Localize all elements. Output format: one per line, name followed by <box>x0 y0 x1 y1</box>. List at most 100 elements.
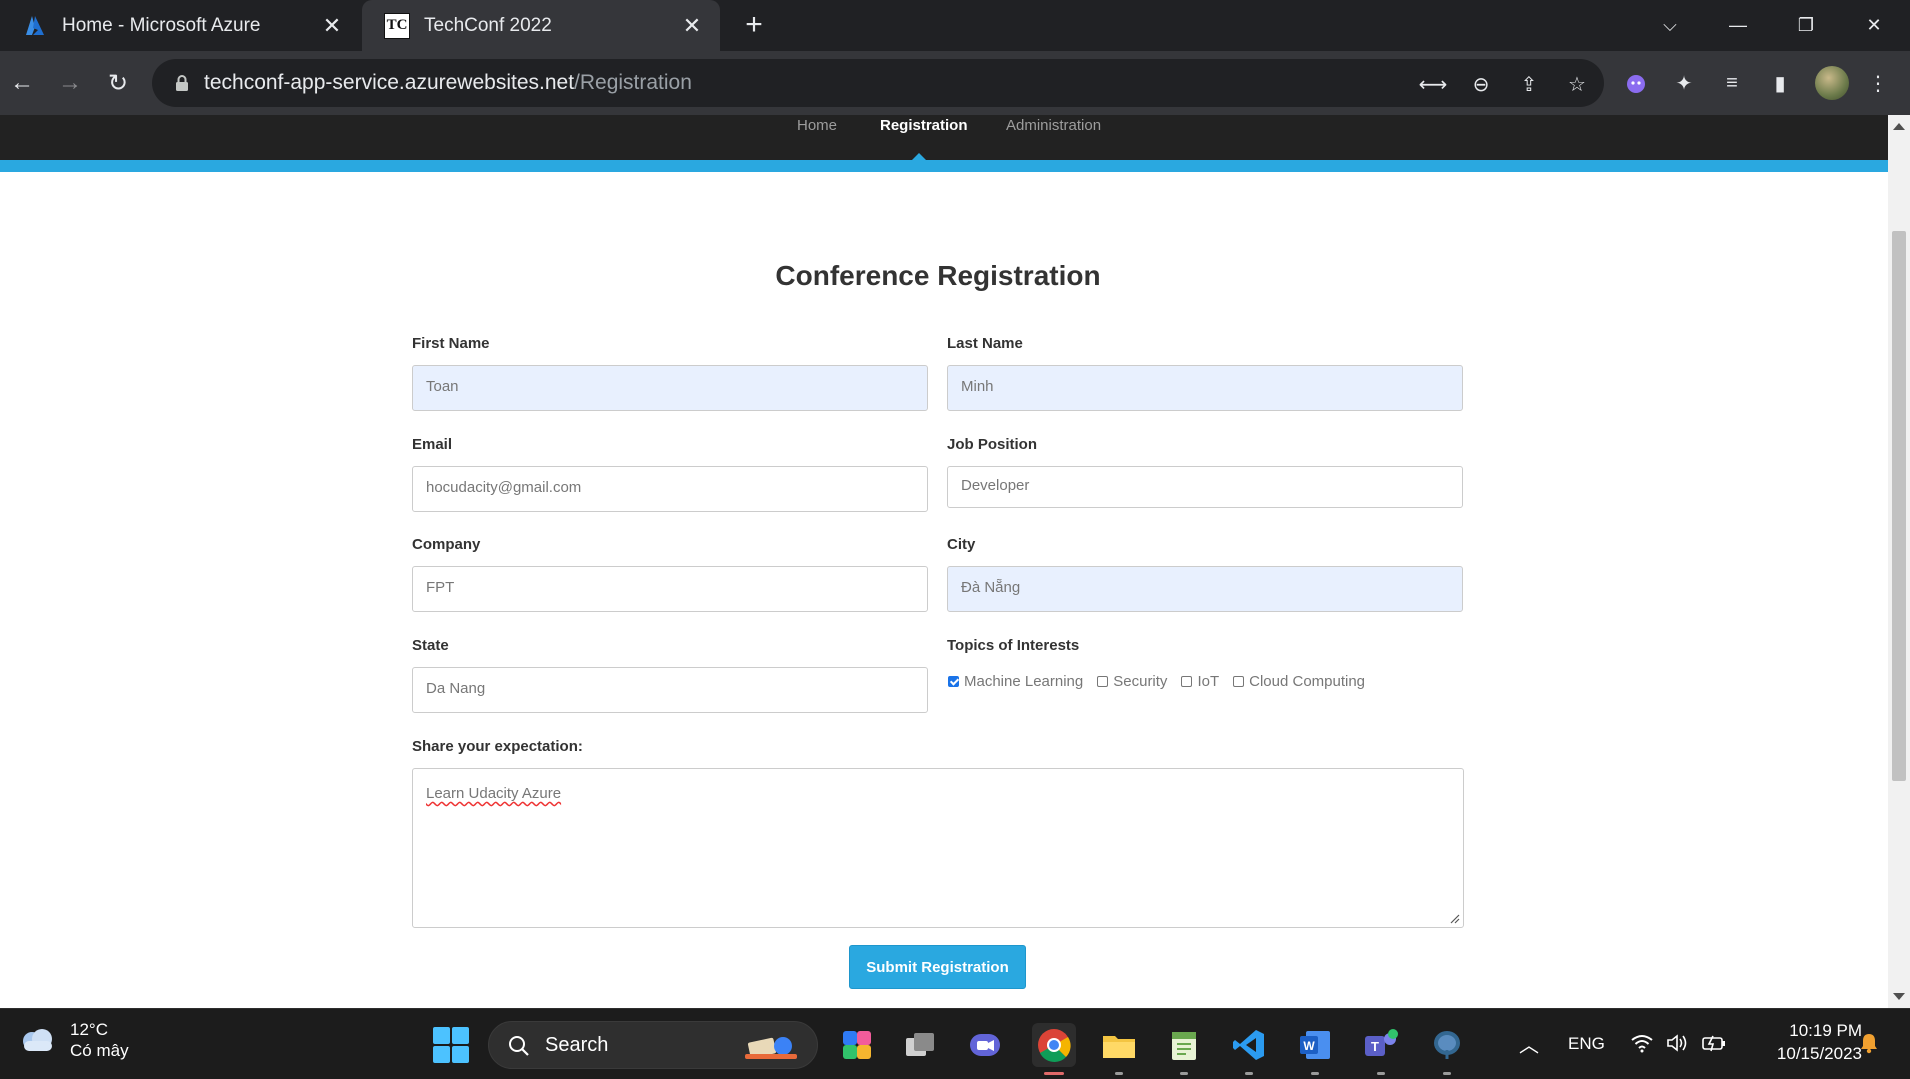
chrome-app-icon[interactable] <box>1032 1023 1076 1075</box>
checkbox-checked[interactable] <box>948 676 959 687</box>
tab-azure-home[interactable]: Home - Microsoft Azure ✕ <box>0 0 360 51</box>
profile-avatar[interactable] <box>1815 66 1849 100</box>
windows-start-icon[interactable] <box>433 1027 469 1063</box>
close-tab-icon[interactable]: ✕ <box>318 12 346 40</box>
close-window-button[interactable]: ✕ <box>1852 8 1896 42</box>
new-tab-button[interactable]: + <box>739 10 769 40</box>
notepad-app-icon[interactable] <box>1162 1023 1206 1075</box>
reload-button[interactable]: ↻ <box>100 65 136 101</box>
teams-chat-icon[interactable] <box>963 1023 1007 1067</box>
zoom-icon[interactable]: ⊖ <box>1468 71 1494 97</box>
svg-text:W: W <box>1303 1039 1315 1053</box>
email-input[interactable]: hocudacity@gmail.com <box>412 466 928 512</box>
expectation-text: Learn Udacity Azure <box>426 785 562 802</box>
job-position-label: Job Position <box>947 436 1037 453</box>
tab-title: TechConf 2022 <box>424 14 552 36</box>
state-input[interactable]: Da Nang <box>412 667 928 713</box>
file-explorer-icon[interactable] <box>1097 1023 1141 1075</box>
city-label: City <box>947 536 976 553</box>
forward-button[interactable]: → <box>52 65 88 101</box>
cloud-icon <box>23 1029 52 1051</box>
browser-toolbar: ← → ↻ techconf-app-service.azurewebsites… <box>0 51 1910 115</box>
weather-widget[interactable]: 12°C Có mây <box>18 1019 129 1061</box>
taskbar-search[interactable]: Search <box>488 1021 818 1069</box>
back-button[interactable]: ← <box>4 65 40 101</box>
show-hidden-icons-chevron-up-icon[interactable]: ︿ <box>1515 1029 1543 1057</box>
topic-security[interactable]: Security <box>1097 673 1167 690</box>
clock-time: 10:19 PM <box>1789 1021 1862 1040</box>
close-tab-icon[interactable]: ✕ <box>678 12 706 40</box>
restore-button[interactable]: ❐ <box>1784 8 1828 42</box>
expectation-textarea[interactable]: Learn Udacity Azure <box>412 768 1464 928</box>
search-icon <box>509 1036 529 1056</box>
menu-kebab-icon[interactable]: ⋮ <box>1862 67 1894 99</box>
nav-home[interactable]: Home <box>797 117 837 134</box>
topic-cloud-computing[interactable]: Cloud Computing <box>1233 673 1365 690</box>
battery-charging-icon[interactable] <box>1700 1029 1728 1057</box>
postgresql-icon[interactable] <box>1425 1023 1469 1075</box>
resize-handle-icon[interactable] <box>1448 912 1460 924</box>
accent-bar <box>0 160 1888 172</box>
email-label: Email <box>412 436 453 453</box>
tab-title: Home - Microsoft Azure <box>62 14 261 36</box>
share-icon[interactable]: ⇪ <box>1516 71 1542 97</box>
teams-app-icon[interactable]: T <box>1359 1023 1403 1075</box>
search-placeholder: Search <box>545 1034 609 1056</box>
media-control-icon[interactable]: ≡ <box>1716 67 1748 99</box>
vscode-icon[interactable] <box>1227 1023 1271 1075</box>
scroll-down-arrow-icon[interactable] <box>1893 993 1905 1000</box>
topics-label: Topics of Interests <box>947 637 1080 654</box>
word-app-icon[interactable]: W <box>1293 1023 1337 1075</box>
active-nav-indicator <box>912 153 926 160</box>
site-navbar: Home Registration Administration <box>0 115 1888 160</box>
azure-icon <box>22 13 48 39</box>
language-indicator[interactable]: ENG <box>1568 1034 1605 1054</box>
first-name-label: First Name <box>412 335 490 352</box>
company-input[interactable]: FPT <box>412 566 928 612</box>
url-text: techconf-app-service.azurewebsites.net/R… <box>204 71 692 94</box>
page-viewport: Home Registration Administration Confere… <box>0 115 1888 1008</box>
translate-icon[interactable]: ⟷ <box>1419 71 1448 97</box>
volume-icon[interactable] <box>1664 1029 1692 1057</box>
weather-temperature: 12°C <box>70 1020 108 1039</box>
search-highlight-icon <box>745 1037 797 1059</box>
system-clock[interactable]: 10:19 PM 10/15/2023 <box>1742 1019 1862 1065</box>
address-bar[interactable]: techconf-app-service.azurewebsites.net/R… <box>152 59 1604 107</box>
last-name-input[interactable]: Minh <box>947 365 1463 411</box>
page-scrollbar[interactable] <box>1888 115 1910 1008</box>
notification-bell-icon[interactable] <box>1855 1029 1883 1057</box>
submit-registration-button[interactable]: Submit Registration <box>849 945 1026 989</box>
scroll-up-arrow-icon[interactable] <box>1893 123 1905 130</box>
job-position-input[interactable]: Developer <box>947 466 1463 508</box>
tab-search-icon[interactable]: ⌵ <box>1648 8 1692 42</box>
lock-icon <box>176 75 188 91</box>
city-input[interactable]: Đà Nẵng <box>947 566 1463 612</box>
minimize-button[interactable]: — <box>1716 8 1760 42</box>
topic-iot[interactable]: IoT <box>1181 673 1219 690</box>
checkbox[interactable] <box>1097 676 1109 687</box>
wifi-icon[interactable] <box>1628 1029 1656 1057</box>
nav-administration[interactable]: Administration <box>1006 117 1101 134</box>
last-name-label: Last Name <box>947 335 1023 352</box>
expectation-label: Share your expectation: <box>412 738 583 755</box>
extension-icon[interactable] <box>1620 67 1652 99</box>
copilot-icon[interactable] <box>835 1023 879 1067</box>
checkbox[interactable] <box>1181 676 1193 687</box>
company-label: Company <box>412 536 481 553</box>
windows-taskbar: 12°C Có mây Search W T ︿ ENG 10:19 PM 10… <box>0 1008 1910 1079</box>
nav-registration[interactable]: Registration <box>880 117 968 134</box>
bookmark-star-icon[interactable]: ☆ <box>1564 71 1590 97</box>
topics-checkbox-group: Machine Learning Security IoT Cloud Comp… <box>948 673 1379 690</box>
puzzle-extensions-icon[interactable]: ✦ <box>1668 67 1700 99</box>
topic-machine-learning[interactable]: Machine Learning <box>948 673 1083 690</box>
clock-date: 10/15/2023 <box>1776 1044 1862 1063</box>
side-panel-icon[interactable]: ▮ <box>1764 67 1796 99</box>
state-label: State <box>412 637 449 654</box>
tab-techconf[interactable]: TC TechConf 2022 ✕ <box>362 0 720 51</box>
first-name-input[interactable]: Toan <box>412 365 928 411</box>
checkbox[interactable] <box>1233 676 1245 687</box>
svg-text:T: T <box>1371 1039 1379 1054</box>
task-view-icon[interactable] <box>899 1023 943 1067</box>
scrollbar-thumb[interactable] <box>1892 231 1906 781</box>
weather-condition: Có mây <box>70 1041 129 1060</box>
